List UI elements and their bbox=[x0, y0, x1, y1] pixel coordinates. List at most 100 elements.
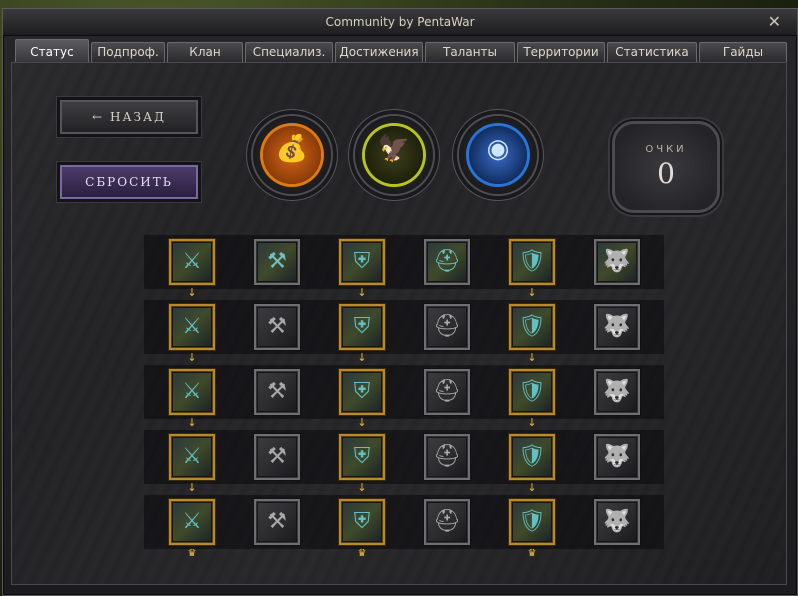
shield-sword-icon: 🛡 bbox=[518, 314, 546, 339]
skill-slot[interactable]: 🐺 bbox=[594, 239, 640, 285]
chain-arrow-icon: ↓ bbox=[357, 286, 367, 299]
shield-sword-icon: 🛡 bbox=[518, 509, 546, 534]
helmet-upgrade-icon: ⛑ bbox=[433, 379, 461, 404]
skill-slot[interactable]: 🐺 bbox=[594, 434, 640, 480]
skill-slot[interactable]: ⚔ bbox=[169, 369, 215, 415]
tab-territories[interactable]: Территории bbox=[517, 42, 605, 62]
helmet-upgrade-icon: ⛑ bbox=[433, 509, 461, 534]
shield-sword-icon: 🛡 bbox=[518, 249, 546, 274]
skill-slot[interactable]: ⛨ bbox=[339, 239, 385, 285]
skill-slot[interactable]: ⛨ bbox=[339, 369, 385, 415]
window-title: Community by PentaWar bbox=[325, 15, 475, 29]
shield-sword-icon: 🛡 bbox=[518, 379, 546, 404]
orb-emblem[interactable]: ◉ bbox=[459, 116, 537, 194]
skill-slot[interactable]: 🛡 bbox=[509, 434, 555, 480]
skill-slot[interactable]: ⚒ bbox=[254, 434, 300, 480]
armor-boost-icon: ⛨ bbox=[353, 509, 371, 534]
tab-achievements[interactable]: Достижения bbox=[335, 42, 423, 62]
armor-boost-icon: ⛨ bbox=[353, 249, 371, 274]
crest-emblem[interactable]: 🦅 bbox=[355, 116, 433, 194]
skill-slot[interactable]: 🐺 bbox=[594, 499, 640, 545]
reset-button[interactable]: СБРОСИТЬ bbox=[60, 165, 198, 199]
title-bar[interactable]: Community by PentaWar ✕ bbox=[3, 9, 797, 36]
chain-arrow-icon: ↓ bbox=[187, 351, 197, 364]
skill-slot[interactable]: 🛡 bbox=[509, 369, 555, 415]
helmet-upgrade-icon: ⛑ bbox=[433, 314, 461, 339]
beast-mask-icon: 🐺 bbox=[603, 379, 631, 404]
skill-slot[interactable]: ⛨ bbox=[339, 434, 385, 480]
skill-slot[interactable]: ⚒ bbox=[254, 499, 300, 545]
skill-slot[interactable]: ⛑ bbox=[424, 499, 470, 545]
armor-boost-icon: ⛨ bbox=[353, 379, 371, 404]
tab-statistics[interactable]: Статистика bbox=[607, 42, 697, 62]
tab-status[interactable]: Статус bbox=[15, 39, 89, 63]
hammer-upgrade-icon: ⚒ bbox=[267, 314, 287, 339]
claw-strike-icon: ⚔ bbox=[182, 444, 202, 469]
claw-strike-icon: ⚔ bbox=[182, 379, 202, 404]
chain-arrow-icon: ↓ bbox=[187, 416, 197, 429]
crown-icon: ♛ bbox=[527, 548, 537, 559]
skill-slot[interactable]: ⚔ bbox=[169, 304, 215, 350]
close-icon[interactable]: ✕ bbox=[768, 12, 781, 31]
skill-slot[interactable]: ⚔ bbox=[169, 499, 215, 545]
hammer-upgrade-icon: ⚒ bbox=[267, 509, 287, 534]
shield-sword-icon: 🛡 bbox=[518, 444, 546, 469]
armor-boost-icon: ⛨ bbox=[353, 444, 371, 469]
skill-slot[interactable]: ⚒ bbox=[254, 304, 300, 350]
eagle-crest-icon: 🦅 bbox=[377, 134, 411, 164]
gold-treasure-icon: 💰 bbox=[275, 134, 309, 164]
chain-arrow-icon: ↓ bbox=[527, 481, 537, 494]
skill-row bbox=[144, 430, 664, 484]
beast-mask-icon: 🐺 bbox=[603, 314, 631, 339]
skill-row bbox=[144, 300, 664, 354]
hammer-upgrade-icon: ⚒ bbox=[267, 444, 287, 469]
skill-slot[interactable]: ⛑ bbox=[424, 369, 470, 415]
skill-slot[interactable]: ⛑ bbox=[424, 304, 470, 350]
skill-slot[interactable]: ⚔ bbox=[169, 239, 215, 285]
skill-slot[interactable]: 🐺 bbox=[594, 369, 640, 415]
armor-boost-icon: ⛨ bbox=[353, 314, 371, 339]
beast-mask-icon: 🐺 bbox=[603, 249, 631, 274]
tab-clan[interactable]: Клан bbox=[167, 42, 243, 62]
hammer-upgrade-icon: ⚒ bbox=[267, 379, 287, 404]
chain-arrow-icon: ↓ bbox=[357, 351, 367, 364]
chain-arrow-icon: ↓ bbox=[187, 286, 197, 299]
community-window: Community by PentaWar ✕ Статус Подпроф. … bbox=[2, 8, 798, 596]
points-label: ОЧКИ bbox=[645, 144, 687, 155]
status-panel: ← НАЗАД СБРОСИТЬ 💰 🦅 ◉ ОЧКИ 0 ⚔ ↓ ⚒ ⛨ ↓ ⛑ 🛡 ↓ 🐺 ⚔… bbox=[11, 62, 787, 585]
hammer-upgrade-icon: ⚒ bbox=[267, 249, 287, 274]
crown-icon: ♛ bbox=[357, 548, 367, 559]
beast-mask-icon: 🐺 bbox=[603, 509, 631, 534]
tab-guides[interactable]: Гайды bbox=[699, 42, 787, 62]
claw-strike-icon: ⚔ bbox=[182, 249, 202, 274]
skill-slot[interactable]: ⚔ bbox=[169, 434, 215, 480]
skill-row bbox=[144, 235, 664, 289]
chain-arrow-icon: ↓ bbox=[357, 481, 367, 494]
chain-arrow-icon: ↓ bbox=[527, 416, 537, 429]
skill-slot[interactable]: 🛡 bbox=[509, 499, 555, 545]
chain-arrow-icon: ↓ bbox=[527, 351, 537, 364]
skill-slot[interactable]: ⚒ bbox=[254, 369, 300, 415]
skill-slot[interactable]: ⛨ bbox=[339, 304, 385, 350]
skill-slot[interactable]: ⛨ bbox=[339, 499, 385, 545]
claw-strike-icon: ⚔ bbox=[182, 314, 202, 339]
skill-slot[interactable]: 🛡 bbox=[509, 304, 555, 350]
claw-strike-icon: ⚔ bbox=[182, 509, 202, 534]
helmet-upgrade-icon: ⛑ bbox=[433, 444, 461, 469]
tab-talents[interactable]: Таланты bbox=[425, 42, 515, 62]
tab-specialization[interactable]: Специализ. bbox=[245, 42, 333, 62]
skill-slot[interactable]: ⚒ bbox=[254, 239, 300, 285]
crown-icon: ♛ bbox=[187, 548, 197, 559]
beast-mask-icon: 🐺 bbox=[603, 444, 631, 469]
helmet-upgrade-icon: ⛑ bbox=[433, 249, 461, 274]
blue-orb-icon: ◉ bbox=[486, 134, 510, 164]
skill-slot[interactable]: 🐺 bbox=[594, 304, 640, 350]
tab-subprof[interactable]: Подпроф. bbox=[91, 42, 165, 62]
back-button[interactable]: ← НАЗАД bbox=[60, 100, 198, 134]
skill-slot[interactable]: ⛑ bbox=[424, 434, 470, 480]
chain-arrow-icon: ↓ bbox=[357, 416, 367, 429]
skill-slot[interactable]: 🛡 bbox=[509, 239, 555, 285]
skill-slot[interactable]: ⛑ bbox=[424, 239, 470, 285]
treasure-emblem[interactable]: 💰 bbox=[253, 116, 331, 194]
chain-arrow-icon: ↓ bbox=[187, 481, 197, 494]
